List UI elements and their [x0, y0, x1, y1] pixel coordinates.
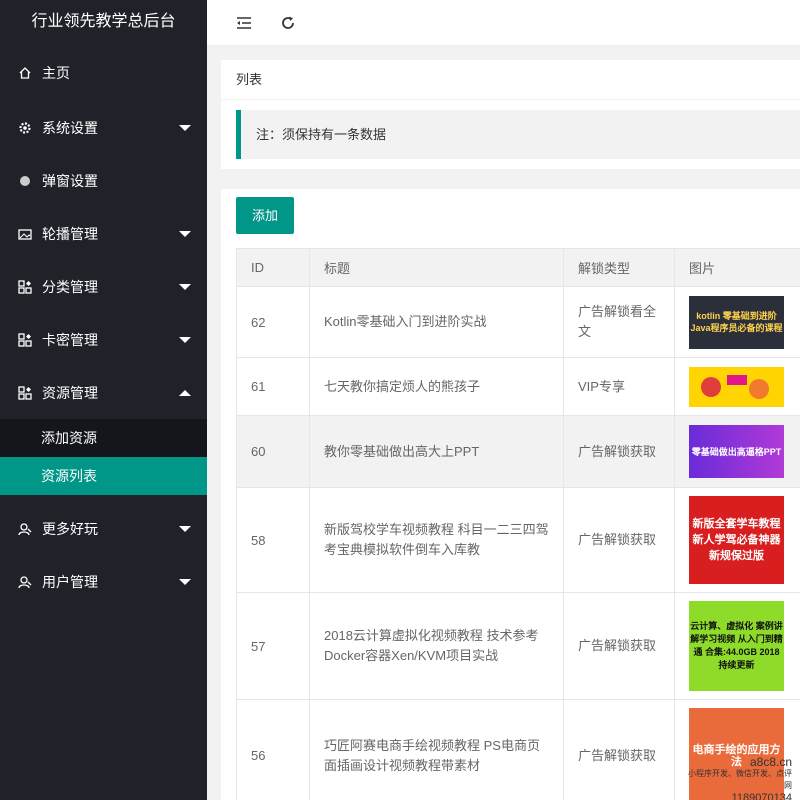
cell-title: 教你零基础做出高大上PPT: [309, 415, 564, 488]
cell-title: 巧匠阿赛电商手绘视频教程 PS电商页面插画设计视频教程带素材: [309, 699, 564, 800]
sidebar-item-label: 弹窗设置: [42, 172, 98, 189]
column-header[interactable]: 解锁类型: [563, 248, 675, 287]
sidebar-subitem-add-resource[interactable]: 添加资源: [0, 419, 207, 457]
cell-image: 新版全套学车教程 新人学驾必备神器 新规保过版: [674, 487, 800, 593]
cell-id: 61: [236, 357, 310, 416]
sidebar-item-label: 系统设置: [42, 119, 98, 136]
chevron-down-icon: [179, 283, 191, 290]
thumbnail-image[interactable]: 新版全套学车教程 新人学驾必备神器 新规保过版: [689, 496, 784, 584]
table-row[interactable]: 58 新版驾校学车视频教程 科目一二三四驾考宝典模拟软件倒车入库教 广告解锁获取…: [236, 487, 800, 593]
sidebar-item-system-settings[interactable]: 系统设置: [0, 101, 207, 154]
cell-title: Kotlin零基础入门到进阶实战: [309, 286, 564, 358]
sidebar-item-category[interactable]: 分类管理: [0, 260, 207, 313]
refresh-button[interactable]: [273, 8, 303, 38]
thumbnail-image[interactable]: [689, 366, 784, 407]
thumbnail-image[interactable]: kotlin 零基础到进阶 Java程序员必备的课程: [689, 295, 784, 349]
sidebar-item-label: 分类管理: [42, 278, 98, 295]
table-row[interactable]: 57 2018云计算虚拟化视频教程 技术参考Docker容器Xen/KVM项目实…: [236, 592, 800, 700]
main-content: 列表 注：须保持有一条数据 添加 ID 标题 解锁类型 图片 62 Kotlin…: [221, 60, 800, 800]
cell-unlock-type: 广告解锁获取: [563, 415, 675, 488]
sidebar-item-users[interactable]: 用户管理: [0, 555, 207, 608]
cell-title: 2018云计算虚拟化视频教程 技术参考Docker容器Xen/KVM项目实战: [309, 592, 564, 700]
sidebar-item-carousel[interactable]: 轮播管理: [0, 207, 207, 260]
sidebar-item-label: 更多好玩: [42, 520, 98, 537]
cell-title: 七天教你搞定烦人的熊孩子: [309, 357, 564, 416]
watermark: a8c8.cn 小程序开发、微信开发、点评网 1189070134: [688, 755, 792, 800]
image-icon: [18, 227, 32, 241]
sidebar-item-label: 主页: [42, 64, 70, 81]
list-card: 列表 注：须保持有一条数据: [221, 60, 800, 169]
menu-collapse-button[interactable]: [229, 8, 259, 38]
cell-unlock-type: 广告解锁获取: [563, 699, 675, 800]
sidebar-item-label: 资源管理: [42, 384, 98, 401]
menu-collapse-icon: [237, 16, 251, 29]
grid-icon: [18, 332, 32, 347]
add-button[interactable]: 添加: [236, 197, 295, 234]
table-row[interactable]: 60 教你零基础做出高大上PPT 广告解锁获取 零基础做出高逼格PPT: [236, 415, 800, 488]
cell-image: 云计算、虚拟化 案例讲解学习视频 从入门到精通 合集:44.0GB 2018持续…: [674, 592, 800, 700]
chevron-down-icon: [179, 525, 191, 532]
sidebar-item-label: 用户管理: [42, 573, 98, 590]
chevron-down-icon: [179, 578, 191, 585]
resource-table: ID 标题 解锁类型 图片 62 Kotlin零基础入门到进阶实战 广告解锁看全…: [236, 248, 800, 800]
grid-icon: [18, 279, 32, 294]
thumbnail-image[interactable]: 零基础做出高逼格PPT: [689, 425, 784, 478]
topbar: [207, 0, 800, 46]
table-card: 添加 ID 标题 解锁类型 图片 62 Kotlin零基础入门到进阶实战 广告解…: [221, 189, 800, 800]
cell-unlock-type: VIP专享: [563, 357, 675, 416]
cell-id: 56: [236, 699, 310, 800]
thumbnail-image[interactable]: 云计算、虚拟化 案例讲解学习视频 从入门到精通 合集:44.0GB 2018持续…: [689, 601, 784, 691]
cell-image: 零基础做出高逼格PPT: [674, 415, 800, 488]
chevron-down-icon: [179, 230, 191, 237]
chevron-down-icon: [179, 336, 191, 343]
refresh-icon: [282, 16, 294, 29]
home-icon: [18, 66, 32, 80]
table-row[interactable]: 62 Kotlin零基础入门到进阶实战 广告解锁看全文 kotlin 零基础到进…: [236, 286, 800, 358]
cell-id: 58: [236, 487, 310, 593]
cell-image: kotlin 零基础到进阶 Java程序员必备的课程: [674, 286, 800, 358]
app-title: 行业领先教学总后台: [0, 0, 207, 44]
cell-id: 60: [236, 415, 310, 488]
sidebar-item-label: 卡密管理: [42, 331, 98, 348]
notice-banner: 注：须保持有一条数据: [236, 110, 800, 159]
sidebar-item-more-fun[interactable]: 更多好玩: [0, 502, 207, 555]
sidebar-subitem-resource-list[interactable]: 资源列表: [0, 457, 207, 495]
cell-id: 62: [236, 286, 310, 358]
cell-title: 新版驾校学车视频教程 科目一二三四驾考宝典模拟软件倒车入库教: [309, 487, 564, 593]
resources-submenu: 添加资源 资源列表: [0, 419, 207, 495]
cell-id: 57: [236, 592, 310, 700]
sidebar-item-popup-settings[interactable]: 弹窗设置: [0, 154, 207, 207]
chevron-down-icon: [179, 124, 191, 131]
sidebar-item-label: 轮播管理: [42, 225, 98, 242]
column-header[interactable]: 标题: [309, 248, 564, 287]
kids-illustration: [701, 374, 769, 399]
column-header[interactable]: ID: [236, 248, 310, 287]
user-icon: [18, 522, 32, 536]
table-row[interactable]: 61 七天教你搞定烦人的熊孩子 VIP专享: [236, 357, 800, 416]
cell-unlock-type: 广告解锁获取: [563, 487, 675, 593]
table-header-row: ID 标题 解锁类型 图片: [236, 248, 800, 287]
gear-icon: [18, 121, 32, 135]
sidebar-item-card-keys[interactable]: 卡密管理: [0, 313, 207, 366]
sidebar-item-home[interactable]: 主页: [0, 44, 207, 101]
chevron-up-icon: [179, 389, 191, 396]
cell-unlock-type: 广告解锁看全文: [563, 286, 675, 358]
grid-icon: [18, 385, 32, 400]
circle-icon: [18, 174, 32, 188]
cell-image: [674, 357, 800, 416]
user-icon: [18, 575, 32, 589]
sidebar-item-resources[interactable]: 资源管理: [0, 366, 207, 419]
sidebar: 行业领先教学总后台 主页 系统设置 弹窗设置 轮播管理 分类管理 卡密管理 资源…: [0, 0, 207, 800]
column-header[interactable]: 图片: [674, 248, 800, 287]
cell-unlock-type: 广告解锁获取: [563, 592, 675, 700]
card-header: 列表: [221, 60, 800, 100]
